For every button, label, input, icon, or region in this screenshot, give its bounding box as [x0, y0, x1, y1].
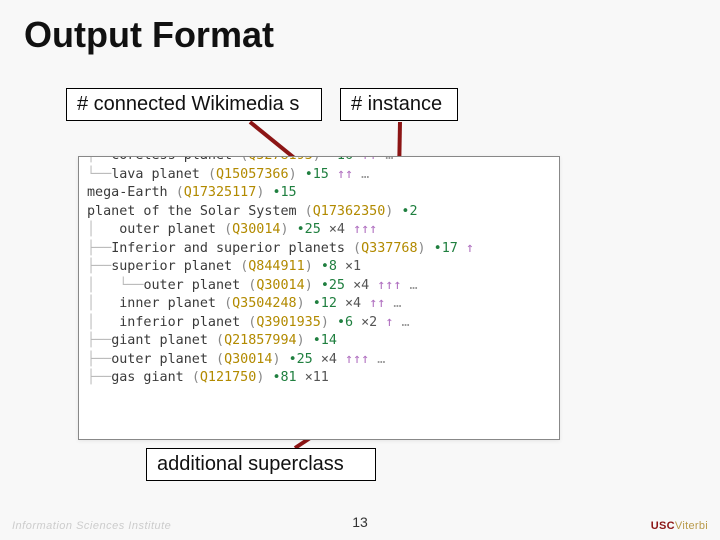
tree-output: ├──coreless planet (Q3278193) •16 ↑↑ … └… [78, 156, 560, 440]
footer-affiliation: Information Sciences Institute [12, 520, 171, 532]
footer-usc: USC [651, 520, 675, 532]
footer-brand: USCViterbi [651, 520, 708, 532]
page-number: 13 [352, 514, 368, 530]
label-instance-count: # instance [340, 88, 458, 121]
label-additional-superclass: additional superclass [146, 448, 376, 481]
label-connected-wikimedia: # connected Wikimedia s [66, 88, 322, 121]
footer-viterbi: Viterbi [675, 520, 708, 532]
slide-title: Output Format [24, 14, 274, 56]
